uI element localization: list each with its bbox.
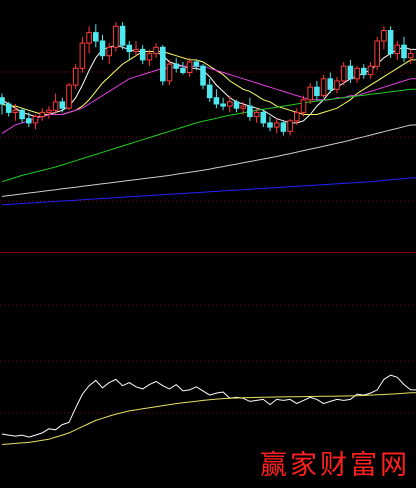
grid-layer xyxy=(0,71,416,414)
candle-up xyxy=(86,32,92,44)
candle-up xyxy=(273,122,280,128)
candle-up xyxy=(240,105,246,109)
ma5-line xyxy=(1,44,416,124)
candle-down xyxy=(314,86,320,97)
candle-down xyxy=(93,32,99,42)
candle-up xyxy=(186,61,193,73)
candle-up xyxy=(133,48,139,53)
indicator_slow-line xyxy=(1,392,416,445)
candle-down xyxy=(180,67,186,74)
candle-up xyxy=(381,30,387,42)
candle-up xyxy=(320,78,327,97)
candle-up xyxy=(340,65,347,82)
candle-down xyxy=(126,44,133,53)
candle-up xyxy=(32,116,39,124)
candle-down xyxy=(280,122,287,132)
candle-down xyxy=(220,103,226,107)
candle-up xyxy=(113,25,119,48)
candle-down xyxy=(260,111,267,124)
candle-up xyxy=(46,109,52,113)
candle-up xyxy=(300,99,307,113)
candle-up xyxy=(166,63,173,82)
candle-up xyxy=(287,120,293,132)
candle-down xyxy=(99,40,106,57)
candle-up xyxy=(106,46,113,57)
candle-up xyxy=(334,80,340,90)
candle-up xyxy=(374,40,380,67)
candle-up xyxy=(307,86,313,101)
candle-up xyxy=(367,65,374,76)
candle-down xyxy=(139,48,146,61)
candle-up xyxy=(39,111,46,118)
candle-down xyxy=(59,101,66,109)
candle-up xyxy=(227,101,233,107)
candle-down xyxy=(26,118,32,124)
candle-down xyxy=(160,46,166,82)
candle-down xyxy=(173,63,179,69)
candle-down xyxy=(200,65,206,86)
candle-down xyxy=(206,84,213,99)
candle-down xyxy=(233,101,240,109)
candle-down xyxy=(401,44,407,59)
candle-up xyxy=(407,53,414,59)
watermark-text: 赢家财富网 xyxy=(260,450,410,481)
candle-down xyxy=(19,109,25,120)
candle-down xyxy=(267,122,273,128)
candle-up xyxy=(79,42,86,69)
candle-up xyxy=(72,67,79,86)
indicator-panel xyxy=(1,374,416,445)
candle-down xyxy=(347,65,354,80)
candle-up xyxy=(153,46,159,55)
candle-down xyxy=(327,78,334,90)
indicator_fast-line xyxy=(1,374,416,438)
candle-down xyxy=(193,61,200,67)
candle-down xyxy=(361,67,367,76)
candle-up xyxy=(66,84,72,109)
candle-down xyxy=(0,97,5,105)
candle-down xyxy=(387,30,394,55)
candle-up xyxy=(354,67,360,80)
price-panel xyxy=(0,22,416,206)
candle-down xyxy=(213,97,220,105)
candle-up xyxy=(294,111,300,122)
candle-up xyxy=(12,109,19,113)
candle-up xyxy=(52,101,59,111)
candle-up xyxy=(146,53,153,61)
ma120-line xyxy=(1,124,416,197)
candle-down xyxy=(5,103,12,113)
candle-up xyxy=(394,44,401,55)
candle-down xyxy=(119,25,126,46)
candle-down xyxy=(247,105,253,118)
stock-chart xyxy=(0,22,416,445)
candle-up xyxy=(253,111,260,118)
